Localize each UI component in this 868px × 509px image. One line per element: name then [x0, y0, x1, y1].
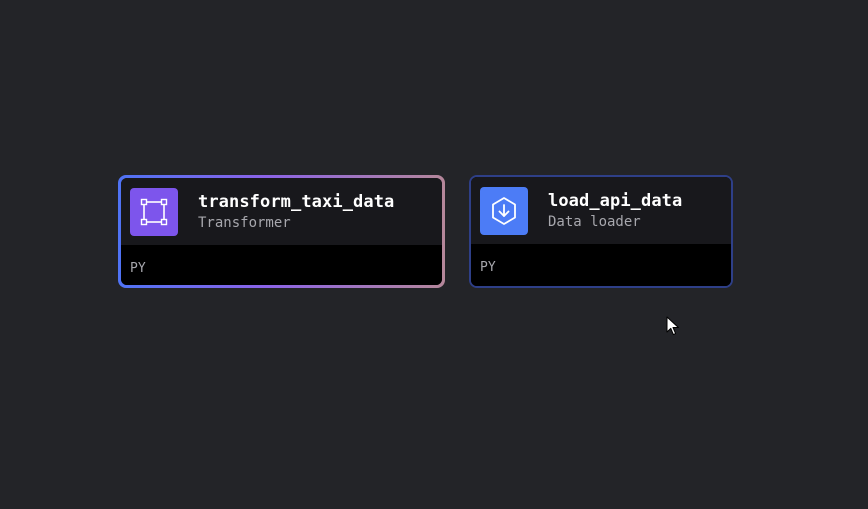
block-type: Data loader	[548, 214, 641, 230]
block-header[interactable]: transform_taxi_data Transformer	[121, 178, 442, 245]
block-body: transform_taxi_data Transformer PY	[121, 178, 442, 285]
transformer-square-icon	[130, 187, 178, 236]
block-body: load_api_data Data loader PY	[471, 177, 731, 286]
mouse-cursor-icon	[666, 316, 679, 336]
block-load-api-data[interactable]: load_api_data Data loader PY	[469, 175, 733, 288]
block-header[interactable]: load_api_data Data loader	[471, 177, 731, 244]
block-type: Transformer	[198, 215, 291, 231]
block-language: PY	[480, 260, 496, 275]
pipeline-canvas[interactable]: transform_taxi_data Transformer PY load_…	[0, 0, 868, 509]
block-transform-taxi-data[interactable]: transform_taxi_data Transformer PY	[118, 175, 445, 288]
block-footer: PY	[471, 244, 731, 286]
block-title: transform_taxi_data	[198, 192, 395, 212]
block-footer: PY	[121, 245, 442, 285]
block-language: PY	[130, 261, 146, 276]
block-title: load_api_data	[548, 191, 683, 211]
download-hexagon-icon	[480, 186, 528, 235]
